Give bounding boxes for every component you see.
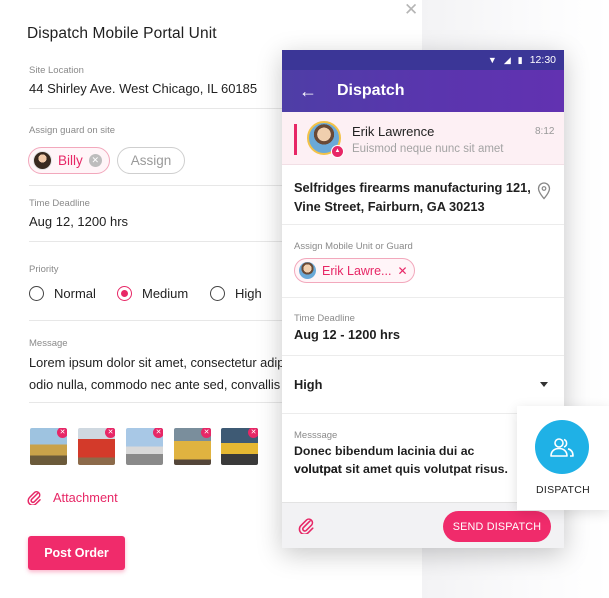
remove-attachment-icon[interactable]: ✕ [248,428,258,438]
radio-label: Medium [142,286,189,301]
address-line[interactable]: Selfridges firearms manufacturing 121, [294,178,534,197]
battery-icon: ▮ [517,54,523,65]
site-location-label: Site Location [29,65,84,76]
attachment-thumbnail[interactable]: ✕ [174,428,211,465]
address-line[interactable]: Vine Street, Fairburn, GA 30213 [294,197,534,216]
radio-selected-icon [117,286,132,301]
back-arrow-icon[interactable]: ← [299,81,317,102]
signal-icon: ◢ [503,54,511,65]
attachment-thumbnail[interactable]: ✕ [30,428,67,465]
post-order-button[interactable]: Post Order [28,536,125,570]
priority-radio-high[interactable]: High [210,286,262,301]
radio-label: Normal [54,286,96,301]
priority-radio-medium[interactable]: Medium [117,286,188,301]
site-location-field[interactable]: 44 Shirley Ave. West Chicago, IL 60185 [29,81,257,96]
priority-select-value[interactable]: High [294,377,322,392]
notification-name: Erik Lawrence [352,124,435,139]
message-label: Message [29,338,68,349]
notification-card[interactable]: ▲ Erik Lawrence Euismod neque nunc sit a… [282,112,564,165]
assign-button[interactable]: Assign [117,147,185,174]
deadline-label: Time Deadline [29,198,90,209]
assigned-unit-name: Erik Lawre... [322,263,392,278]
users-icon [550,438,574,457]
close-icon[interactable]: ✕ [404,1,418,19]
form-title: Dispatch Mobile Portal Unit [27,25,217,42]
assign-guard-label: Assign guard on site [29,125,116,136]
paperclip-icon [27,491,41,505]
assigned-guard-chip[interactable]: Billy ✕ [28,147,110,174]
location-pin-icon[interactable] [537,182,551,200]
message-line[interactable]: odio nulla, commodo nec ante sed, conval… [29,377,282,392]
attachment-thumbnail[interactable]: ✕ [126,428,163,465]
attachment-thumbnail[interactable]: ✕ [78,428,115,465]
notification-accent [294,124,297,155]
alert-icon: ▲ [331,145,344,158]
send-dispatch-button[interactable]: SEND DISPATCH [443,511,551,542]
notification-time: 8:12 [535,126,555,137]
message-line[interactable]: volutpat sit amet quis volutpat risus. [294,460,519,478]
remove-chip-icon[interactable]: ✕ [397,264,407,278]
app-bar: ← Dispatch [282,70,564,112]
avatar [33,151,52,170]
deadline-field[interactable]: Aug 12, 1200 hrs [29,214,128,229]
remove-attachment-icon[interactable]: ✕ [57,428,67,438]
dispatch-action-card[interactable]: DISPATCH [517,406,609,510]
notification-text: Euismod neque nunc sit amet [352,143,504,155]
status-bar: ▼ ◢ ▮ 12:30 [282,50,564,70]
remove-chip-icon[interactable]: ✕ [88,154,102,167]
radio-icon [29,286,44,301]
wifi-icon: ▼ [487,55,497,65]
avatar [299,262,316,279]
remove-attachment-icon[interactable]: ✕ [153,428,163,438]
screen-title: Dispatch [337,82,405,99]
dispatch-fab-label: DISPATCH [536,484,590,496]
status-time: 12:30 [529,54,556,66]
message-line[interactable]: Lorem ipsum dolor sit amet, consectetur … [29,355,282,370]
assign-button-label: Assign [130,153,172,168]
attachment-link[interactable]: Attachment [27,489,118,505]
priority-label: Priority [29,264,59,275]
priority-radio-normal[interactable]: Normal [29,286,96,301]
assigned-unit-chip[interactable]: Erik Lawre... ✕ [294,258,415,283]
message-label: Messsage [294,430,338,441]
paperclip-icon[interactable] [298,516,314,534]
deadline-field[interactable]: Aug 12 - 1200 hrs [294,327,400,342]
remove-attachment-icon[interactable]: ✕ [201,428,211,438]
attachment-label: Attachment [53,489,118,505]
deadline-label: Time Deadline [294,313,355,324]
remove-attachment-icon[interactable]: ✕ [105,428,115,438]
assign-unit-label: Assign Mobile Unit or Guard [294,241,413,252]
chevron-down-icon[interactable] [540,382,548,387]
radio-icon [210,286,225,301]
radio-label: High [235,286,262,301]
attachment-thumbnail[interactable]: ✕ [221,428,258,465]
dispatch-fab[interactable] [535,420,589,474]
assigned-guard-name: Billy [58,153,83,168]
